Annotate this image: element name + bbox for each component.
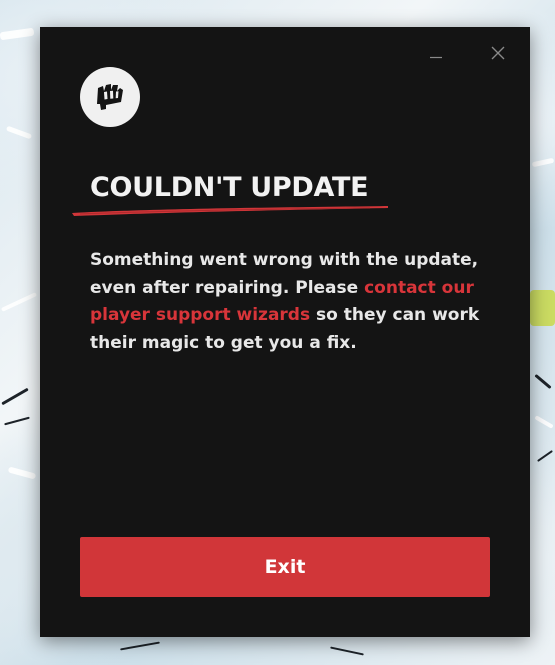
riot-fist-icon	[97, 84, 123, 110]
error-message: Something went wrong with the update, ev…	[90, 247, 500, 357]
close-icon	[491, 46, 505, 60]
update-error-dialog: COULDN'T UPDATE Something went wrong wit…	[40, 27, 530, 637]
riot-logo	[80, 67, 140, 127]
minimize-icon	[430, 56, 442, 59]
minimize-button[interactable]	[424, 41, 448, 65]
title-underline	[72, 206, 388, 216]
close-button[interactable]	[486, 41, 510, 65]
exit-button[interactable]: Exit	[80, 537, 490, 597]
dialog-title: COULDN'T UPDATE	[90, 172, 369, 203]
